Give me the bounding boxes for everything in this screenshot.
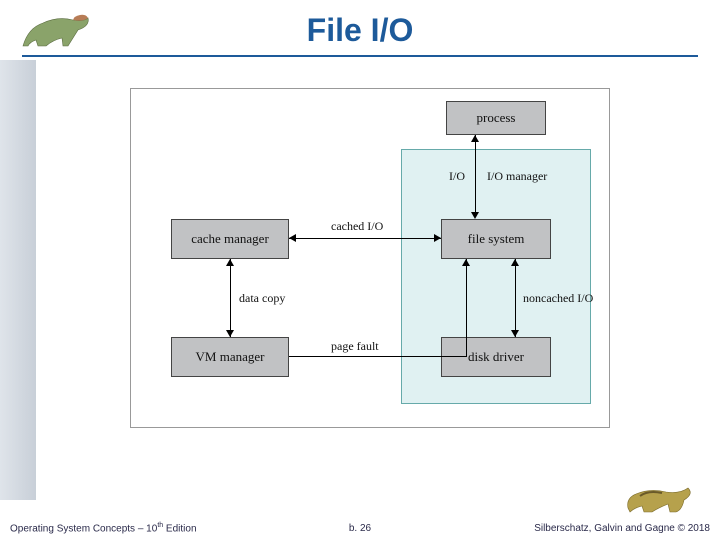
left-sidebar-decor: [0, 60, 36, 500]
title-underline: [22, 55, 698, 57]
box-cache-manager: cache manager: [171, 219, 289, 259]
slide: File I/O process cache manager file syst…: [0, 0, 720, 540]
box-disk-driver: disk driver: [441, 337, 551, 377]
box-process: process: [446, 101, 546, 135]
arrowhead-left-icon: [289, 234, 296, 242]
box-vm-manager: VM manager: [171, 337, 289, 377]
arrowhead-down-icon: [471, 212, 479, 219]
arrow-filesystem-disk: [515, 259, 516, 337]
arrow-cache-filesystem: [289, 238, 441, 239]
arrowhead-up-icon: [226, 259, 234, 266]
footer-right-text: Silberschatz, Galvin and Gagne © 2018: [534, 523, 710, 534]
arrow-cache-vm: [230, 259, 231, 337]
arrowhead-down-icon: [226, 330, 234, 337]
dinosaur-right-icon: [622, 474, 700, 518]
slide-title: File I/O: [0, 12, 720, 49]
box-file-system: file system: [441, 219, 551, 259]
arrow-vm-filesystem-v: [466, 259, 467, 356]
label-noncached-io: noncached I/O: [523, 291, 593, 306]
label-io: I/O: [449, 169, 465, 184]
label-io-manager: I/O manager: [487, 169, 547, 184]
arrowhead-up-icon: [511, 259, 519, 266]
label-data-copy: data copy: [239, 291, 285, 306]
slide-footer: Operating System Concepts – 10th Edition…: [0, 516, 720, 534]
arrowhead-up-icon: [471, 135, 479, 142]
arrow-process-filesystem: [475, 135, 476, 213]
file-io-diagram: process cache manager file system VM man…: [130, 88, 610, 428]
label-page-fault: page fault: [331, 339, 379, 354]
arrowhead-down-icon: [511, 330, 519, 337]
arrow-vm-filesystem-h: [289, 356, 467, 357]
arrowhead-right-icon: [434, 234, 441, 242]
label-cached-io: cached I/O: [331, 219, 383, 234]
arrowhead-up-icon: [462, 259, 470, 266]
